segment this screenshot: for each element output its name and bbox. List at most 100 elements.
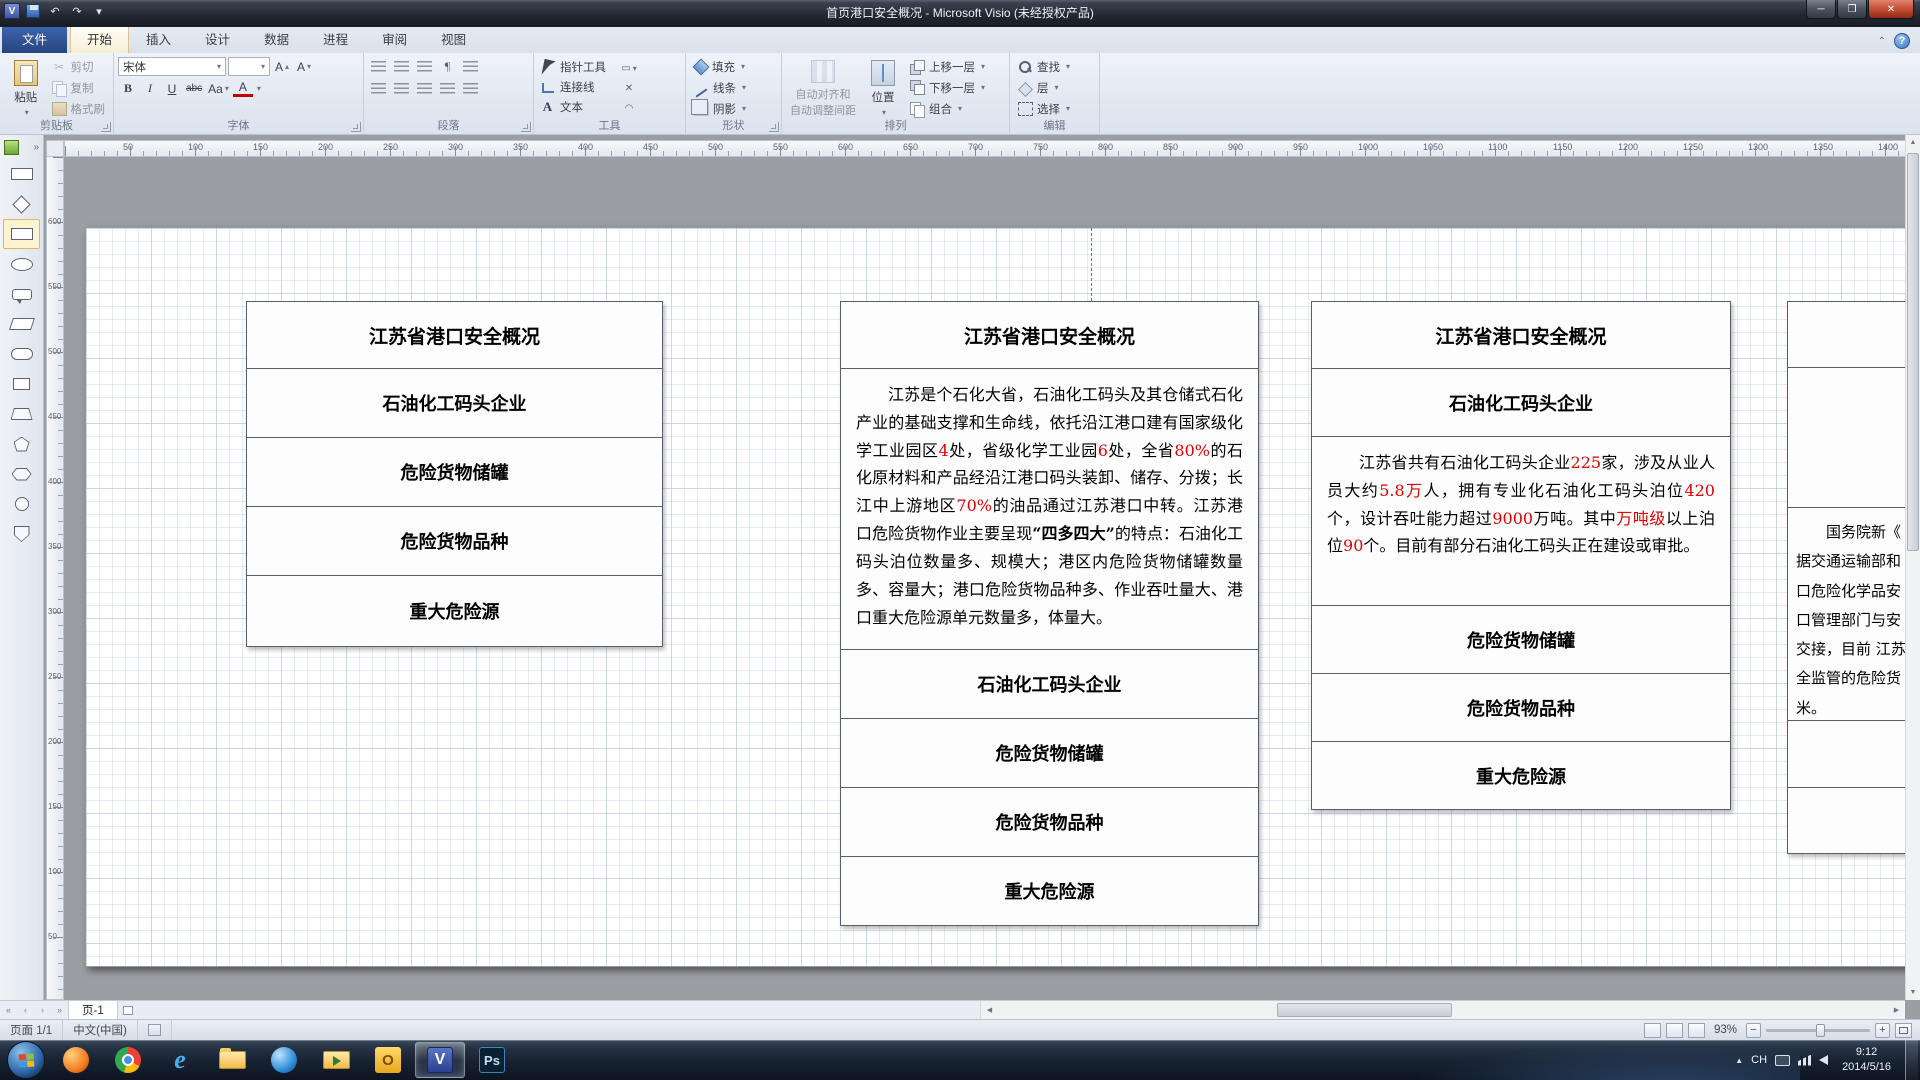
align-right-button[interactable] xyxy=(414,79,435,98)
rectangle-tool-button[interactable]: ▭▾ xyxy=(614,59,644,77)
shape-master-parallelogram[interactable] xyxy=(0,309,43,339)
flow-box-2-cell-1[interactable]: 江苏省港口安全概况 xyxy=(840,301,1259,369)
flow-box-2-cell-6[interactable]: 重大危险源 xyxy=(840,856,1259,926)
taskbar-item-media-folder[interactable] xyxy=(311,1042,361,1078)
freeform-tool-button[interactable]: ◠ xyxy=(614,99,644,117)
clipboard-dialog-launcher-icon[interactable] xyxy=(101,122,111,132)
visio-app-icon[interactable]: V xyxy=(4,3,20,19)
align-left-button[interactable] xyxy=(368,79,389,98)
flow-box-1-cell-5[interactable]: 重大危险源 xyxy=(246,575,663,647)
shadow-button[interactable]: 阴影▾ xyxy=(690,99,777,118)
previous-page-button[interactable]: ‹ xyxy=(17,1001,34,1019)
flow-box-1[interactable]: 江苏省港口安全概况石油化工码头企业危险货物储罐危险货物品种重大危险源 xyxy=(246,301,663,647)
flow-box-4-cell-3[interactable]: 国务院新《据交通运输部和口危险化学品安口管理部门与安交接，目前 江苏全监管的危险… xyxy=(1787,507,1905,721)
zoom-slider[interactable] xyxy=(1766,1029,1870,1032)
flow-box-4-cell-4[interactable] xyxy=(1787,720,1905,788)
flow-box-2-cell-3[interactable]: 石油化工码头企业 xyxy=(840,649,1259,719)
volume-icon[interactable] xyxy=(1819,1055,1828,1065)
connector-tool-button[interactable]: 连接线 xyxy=(538,77,608,97)
flow-box-4-cell-1[interactable] xyxy=(1787,301,1905,368)
scroll-left-icon[interactable]: ◀ xyxy=(981,1001,998,1019)
copy-button[interactable]: 复制 xyxy=(48,78,110,97)
shape-master-pentagon[interactable] xyxy=(0,429,43,459)
bring-forward-button[interactable]: 上移一层▾ xyxy=(906,57,989,76)
font-name-select[interactable]: 宋体▾ xyxy=(118,57,226,76)
font-color-caret-icon[interactable]: ▾ xyxy=(257,84,261,93)
help-icon[interactable]: ? xyxy=(1894,33,1910,49)
tab-design[interactable]: 设计 xyxy=(188,25,247,53)
drawing-page[interactable]: 江苏省港口安全概况石油化工码头企业危险货物储罐危险货物品种重大危险源江苏省港口安… xyxy=(85,227,1905,967)
undo-button[interactable]: ↶ xyxy=(46,2,64,20)
taskbar-item-browser[interactable] xyxy=(259,1042,309,1078)
change-case-button[interactable]: Aa▾ xyxy=(206,79,231,98)
shape-master-hexagon[interactable] xyxy=(0,459,43,489)
view-normal-button[interactable] xyxy=(1644,1023,1661,1038)
scroll-up-icon[interactable]: ▲ xyxy=(1906,135,1920,150)
taskbar-item-photoshop[interactable]: Ps xyxy=(467,1042,517,1078)
qat-customize-button[interactable]: ▾ xyxy=(90,2,108,20)
layers-button[interactable]: 层▾ xyxy=(1014,78,1095,97)
justify-button[interactable] xyxy=(437,79,458,98)
paragraph-dialog-launcher-icon[interactable] xyxy=(521,122,531,132)
flow-box-2-cell-4[interactable]: 危险货物储罐 xyxy=(840,718,1259,788)
shape-master-circle[interactable] xyxy=(0,489,43,519)
taskbar-item-chrome[interactable] xyxy=(103,1042,153,1078)
pointer-tool-button[interactable]: 指针工具 xyxy=(538,57,608,77)
save-button[interactable] xyxy=(24,2,42,20)
network-icon[interactable] xyxy=(1798,1055,1811,1066)
minimize-ribbon-icon[interactable]: ⌃ xyxy=(1878,36,1886,47)
tab-data[interactable]: 数据 xyxy=(247,25,306,53)
tab-insert[interactable]: 插入 xyxy=(129,25,188,53)
expand-shapes-panel-icon[interactable]: » xyxy=(33,142,39,153)
zoom-in-button[interactable]: + xyxy=(1875,1023,1890,1038)
status-language[interactable]: 中文(中国) xyxy=(63,1020,138,1040)
page-tab-1[interactable]: 页-1 xyxy=(68,1001,118,1019)
shape-dialog-launcher-icon[interactable] xyxy=(769,122,779,132)
italic-button[interactable]: I xyxy=(140,79,160,98)
shape-master-diamond[interactable] xyxy=(0,189,43,219)
flow-box-3-cell-6[interactable]: 重大危险源 xyxy=(1311,741,1731,810)
font-dialog-launcher-icon[interactable] xyxy=(351,122,361,132)
flow-box-1-cell-2[interactable]: 石油化工码头企业 xyxy=(246,368,663,438)
font-size-select[interactable]: ▾ xyxy=(228,57,270,76)
taskbar-item-firefox[interactable] xyxy=(51,1042,101,1078)
horizontal-scrollbar[interactable]: ◀ ▶ xyxy=(980,1001,1905,1019)
flow-box-3-cell-4[interactable]: 危险货物储罐 xyxy=(1311,605,1731,674)
start-button[interactable] xyxy=(7,1041,45,1079)
tab-process[interactable]: 进程 xyxy=(306,25,365,53)
zoom-slider-thumb[interactable] xyxy=(1816,1024,1825,1037)
find-button[interactable]: 查找▾ xyxy=(1014,57,1095,76)
taskbar-item-visio[interactable]: V xyxy=(415,1042,465,1078)
vertical-ruler[interactable]: 60055050045040035030025020015010050 xyxy=(46,157,64,1000)
first-page-button[interactable]: « xyxy=(0,1001,17,1019)
tab-home[interactable]: 开始 xyxy=(70,25,129,53)
vertical-scrollbar[interactable]: ▲ ▼ xyxy=(1905,135,1920,1000)
fill-button[interactable]: 填充▾ xyxy=(690,57,777,76)
shape-master-rounded-rectangle[interactable] xyxy=(0,339,43,369)
increase-indent-button[interactable] xyxy=(414,57,435,76)
close-button[interactable]: ✕ xyxy=(1868,0,1914,19)
grow-font-button[interactable]: A▴ xyxy=(272,57,292,76)
flow-box-3[interactable]: 江苏省港口安全概况石油化工码头企业江苏省共有石油化工码头企业225家，涉及从业人… xyxy=(1311,301,1731,810)
tab-review[interactable]: 审阅 xyxy=(365,25,424,53)
bullets-button[interactable] xyxy=(368,57,389,76)
flow-box-4[interactable]: 国务院新《据交通运输部和口危险化学品安口管理部门与安交接，目前 江苏全监管的危险… xyxy=(1787,301,1905,854)
flow-box-2[interactable]: 江苏省港口安全概况江苏是个石化大省，石油化工码头及其仓储式石化产业的基础支撑和生… xyxy=(840,301,1259,926)
align-center-button[interactable] xyxy=(391,79,412,98)
shape-master-rectangle-2[interactable] xyxy=(0,369,43,399)
cut-button[interactable]: ✂剪切 xyxy=(48,57,110,76)
flow-box-3-cell-3[interactable]: 江苏省共有石油化工码头企业225家，涉及从业人员大约5.8万人，拥有专业化石油化… xyxy=(1311,436,1731,606)
redo-button[interactable]: ↷ xyxy=(68,2,86,20)
shape-master-rectangle-selected[interactable] xyxy=(3,219,40,249)
scroll-right-icon[interactable]: ▶ xyxy=(1888,1001,1905,1019)
line-button[interactable]: 线条▾ xyxy=(690,78,777,97)
flow-box-2-cell-2[interactable]: 江苏是个石化大省，石油化工码头及其仓储式石化产业的基础支撑和生命线，依托沿江港口… xyxy=(840,368,1259,650)
horizontal-scroll-thumb[interactable] xyxy=(1277,1003,1453,1017)
insert-page-button[interactable] xyxy=(118,1001,138,1019)
taskbar-item-outlook[interactable]: O xyxy=(363,1042,413,1078)
decrease-indent-button[interactable] xyxy=(391,57,412,76)
shape-master-callout[interactable] xyxy=(0,279,43,309)
shape-master-trapezoid[interactable] xyxy=(0,399,43,429)
flow-box-1-cell-3[interactable]: 危险货物储罐 xyxy=(246,437,663,507)
zoom-out-button[interactable]: − xyxy=(1746,1023,1761,1038)
